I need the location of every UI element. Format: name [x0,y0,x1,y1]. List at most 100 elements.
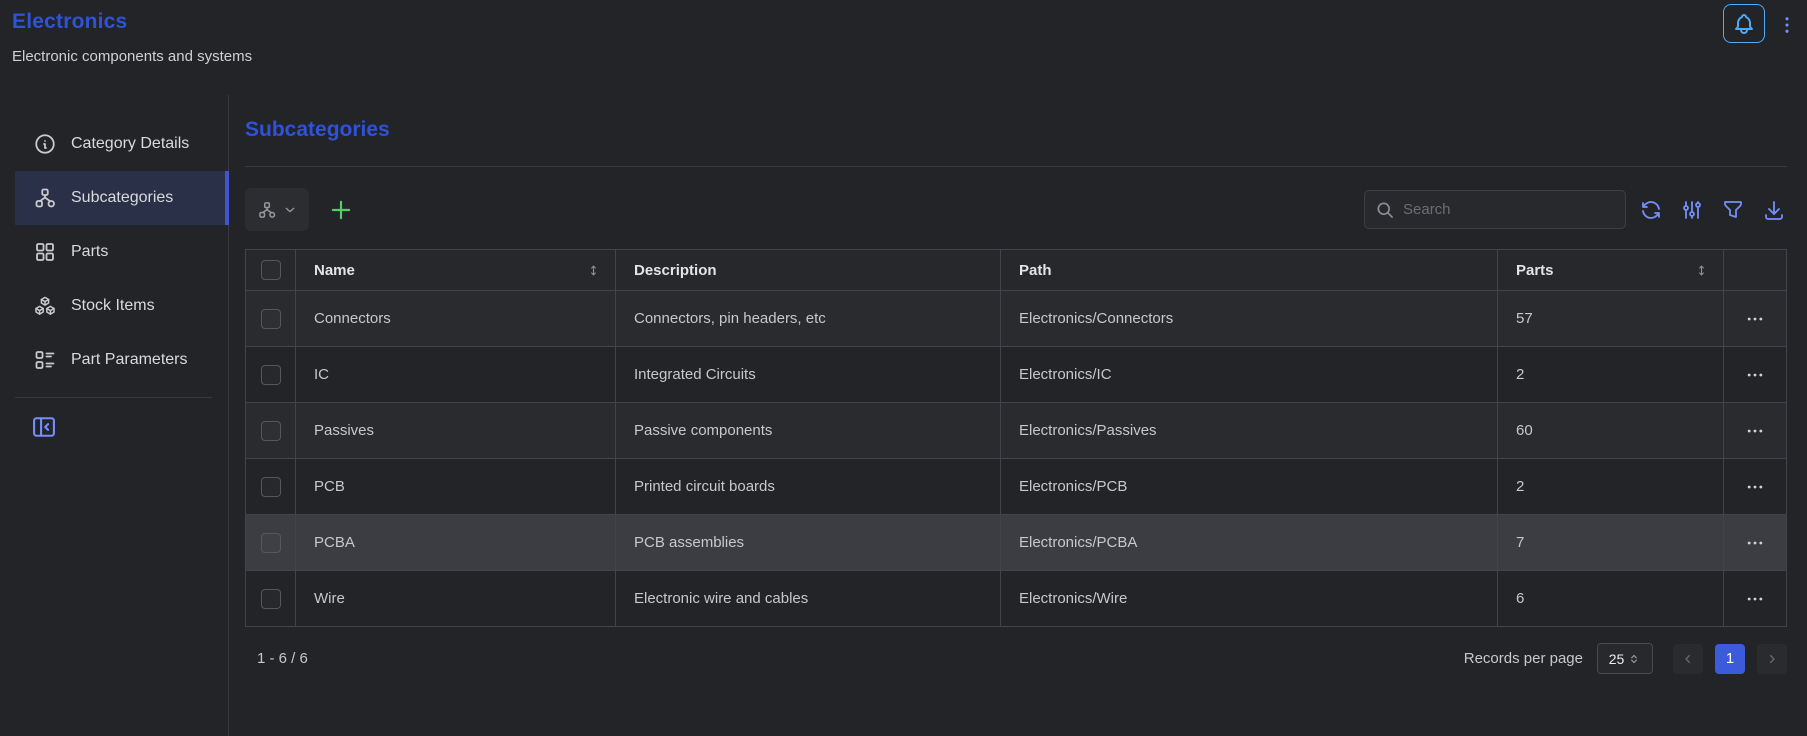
column-header-description[interactable]: Description [616,250,1001,291]
table-row[interactable]: Passives Passive components Electronics/… [246,403,1787,459]
row-actions-button[interactable] [1745,421,1765,441]
cell-parts: 2 [1498,459,1724,515]
search-field [1364,190,1626,229]
sidebar-item-label: Subcategories [71,189,173,207]
cell-parts: 60 [1498,403,1724,459]
panel-divider [245,166,1787,167]
app-header: Electronics Electronic components and sy… [0,0,1807,95]
bell-icon [1732,12,1756,36]
adjustments-button[interactable] [1679,197,1705,223]
add-subcategory-button[interactable] [327,196,355,224]
filter-button[interactable] [1720,197,1746,223]
sidebar-item-part-parameters[interactable]: Part Parameters [15,333,228,387]
chevron-right-icon [1764,651,1780,667]
plus-icon [328,197,354,223]
page-title: Electronics [12,10,1807,34]
row-actions-button[interactable] [1745,365,1765,385]
page-1-button[interactable]: 1 [1715,644,1745,674]
row-checkbox[interactable] [261,365,281,385]
sidebar-item-subcategories[interactable]: Subcategories [15,171,228,225]
cell-name: PCBA [296,515,616,571]
selector-icon [1627,652,1641,666]
cell-description: PCB assemblies [616,515,1001,571]
cell-parts: 57 [1498,291,1724,347]
cell-path: Electronics/PCB [1001,459,1498,515]
cell-description: Printed circuit boards [616,459,1001,515]
page-subtitle: Electronic components and systems [12,48,1807,65]
table-row[interactable]: Connectors Connectors, pin headers, etc … [246,291,1787,347]
row-actions-button[interactable] [1745,589,1765,609]
table-row[interactable]: PCBA PCB assemblies Electronics/PCBA 7 [246,515,1787,571]
sitemap-icon [33,186,57,210]
sidebar-divider [15,397,212,398]
records-per-page-label: Records per page [1464,650,1583,667]
refresh-icon [1639,198,1663,222]
main-panel: Subcategories [229,95,1807,736]
records-per-page-value: 25 [1609,651,1625,667]
next-page-button[interactable] [1757,644,1787,674]
column-header-name[interactable]: Name [296,250,616,291]
row-checkbox[interactable] [261,477,281,497]
table-footer: 1 - 6 / 6 Records per page 25 [245,627,1787,690]
subcategories-table: Name Description Path [245,249,1787,627]
sidebar-item-stock-items[interactable]: Stock Items [15,279,228,333]
row-checkbox[interactable] [261,309,281,329]
row-actions-button[interactable] [1745,533,1765,553]
chevron-left-icon [1680,651,1696,667]
row-checkbox[interactable] [261,421,281,441]
info-circle-icon [33,132,57,156]
cell-name: Connectors [296,291,616,347]
row-actions-button[interactable] [1745,309,1765,329]
refresh-button[interactable] [1638,197,1664,223]
sidebar-collapse-button[interactable] [30,413,58,441]
sidebar-item-category-details[interactable]: Category Details [15,117,228,171]
filter-icon [1721,198,1745,222]
sitemap-icon [257,200,277,220]
sidebar-item-label: Parts [71,243,108,261]
cell-path: Electronics/PCBA [1001,515,1498,571]
download-button[interactable] [1761,197,1787,223]
cell-description: Connectors, pin headers, etc [616,291,1001,347]
row-actions-button[interactable] [1745,477,1765,497]
panel-heading: Subcategories [245,118,1787,142]
column-header-path[interactable]: Path [1001,250,1498,291]
column-header-parts[interactable]: Parts [1498,250,1724,291]
sidebar-collapse-icon [30,413,58,441]
packages-icon [33,294,57,318]
tree-view-button[interactable] [245,188,309,231]
notifications-button[interactable] [1723,4,1765,43]
cell-parts: 6 [1498,571,1724,627]
cell-name: IC [296,347,616,403]
cell-parts: 2 [1498,347,1724,403]
list-details-icon [33,348,57,372]
table-row[interactable]: PCB Printed circuit boards Electronics/P… [246,459,1787,515]
column-header-actions [1724,250,1787,291]
sort-icon[interactable] [1694,263,1709,278]
dots-vertical-icon [1776,14,1798,36]
cell-path: Electronics/IC [1001,347,1498,403]
sort-icon[interactable] [586,263,601,278]
select-all-checkbox[interactable] [261,260,281,280]
row-checkbox[interactable] [261,589,281,609]
previous-page-button[interactable] [1673,644,1703,674]
sidebar-item-label: Part Parameters [71,351,187,369]
sidebar-item-label: Category Details [71,135,189,153]
record-range-label: 1 - 6 / 6 [245,650,308,667]
search-icon [1375,200,1395,220]
cell-name: Wire [296,571,616,627]
sidebar-item-parts[interactable]: Parts [15,225,228,279]
cell-name: PCB [296,459,616,515]
cell-parts: 7 [1498,515,1724,571]
records-per-page-select[interactable]: 25 [1597,643,1653,674]
table-row[interactable]: IC Integrated Circuits Electronics/IC 2 [246,347,1787,403]
search-input[interactable] [1403,201,1603,218]
sidebar: Category Details Subcategories [0,95,229,736]
cell-path: Electronics/Connectors [1001,291,1498,347]
table-row[interactable]: Wire Electronic wire and cables Electron… [246,571,1787,627]
overflow-menu-button[interactable] [1774,12,1800,38]
row-checkbox[interactable] [261,533,281,553]
cell-path: Electronics/Passives [1001,403,1498,459]
cell-name: Passives [296,403,616,459]
table-action-icons [1638,197,1787,223]
cell-description: Integrated Circuits [616,347,1001,403]
